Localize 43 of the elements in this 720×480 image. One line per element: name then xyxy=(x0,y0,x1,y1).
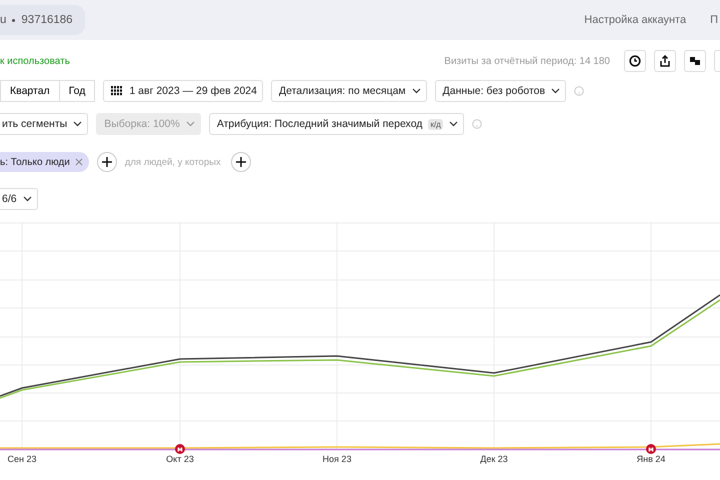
axis-label: Сен 23 xyxy=(8,454,36,464)
visits-summary: Визиты за отчётный период: 14 180 xyxy=(444,56,610,66)
axis-label: Окт 23 xyxy=(166,454,194,464)
plus-icon xyxy=(236,157,246,167)
compare-button[interactable] xyxy=(684,50,706,72)
counter-id: 93716186 xyxy=(21,14,73,26)
axis-label: Янв 24 xyxy=(636,454,666,464)
metrics-dropdown[interactable]: 6/6 xyxy=(0,188,38,210)
chevron-icon xyxy=(73,121,82,127)
filter-chip[interactable]: ь: Только люди xyxy=(0,152,89,172)
site-name: u xyxy=(0,14,6,26)
attribution-dropdown[interactable]: Атрибуция: Последний значимый переход к/д xyxy=(208,113,464,135)
people-condition: для людей, у которых xyxy=(124,156,221,168)
chevron-icon xyxy=(186,121,195,127)
period-tab[interactable]: Квартал xyxy=(0,80,60,102)
plus-icon xyxy=(102,157,112,167)
attribution-badge: к/д xyxy=(428,118,443,130)
separator-dot xyxy=(12,18,16,22)
chevron-icon xyxy=(22,196,32,202)
counter-pill[interactable]: u 93716186 xyxy=(0,5,85,35)
axis-label: Ноя 23 xyxy=(322,454,352,464)
calendar-icon xyxy=(111,86,124,96)
add-filter-button[interactable] xyxy=(96,152,117,172)
axis-label: Дек 23 xyxy=(480,454,508,464)
usage-hint-link[interactable]: к использовать xyxy=(0,56,70,66)
segments-dropdown[interactable]: ить сегменты xyxy=(0,113,88,135)
header-link[interactable]: П xyxy=(710,14,718,26)
filter-label: ь: Только люди xyxy=(0,156,70,168)
chevron-icon xyxy=(551,88,560,94)
close-icon[interactable] xyxy=(74,158,83,166)
export-button[interactable] xyxy=(654,50,676,72)
detail-dropdown[interactable]: Детализация: по месяцам xyxy=(270,80,427,102)
compare-icon xyxy=(689,55,701,67)
data-dropdown[interactable]: Данные: без роботов xyxy=(434,80,566,102)
history-button[interactable] xyxy=(624,50,646,72)
account-settings-link[interactable]: Настройка аккаунта xyxy=(584,14,686,26)
chevron-icon xyxy=(448,121,458,127)
clock-icon xyxy=(629,55,641,67)
date-range-button[interactable]: 1 авг 2023 — 29 фев 2024 xyxy=(103,80,263,102)
share-icon xyxy=(659,55,671,67)
chevron-icon xyxy=(412,88,421,94)
add-condition-button[interactable] xyxy=(230,152,251,172)
period-tab[interactable]: Год xyxy=(58,80,96,102)
